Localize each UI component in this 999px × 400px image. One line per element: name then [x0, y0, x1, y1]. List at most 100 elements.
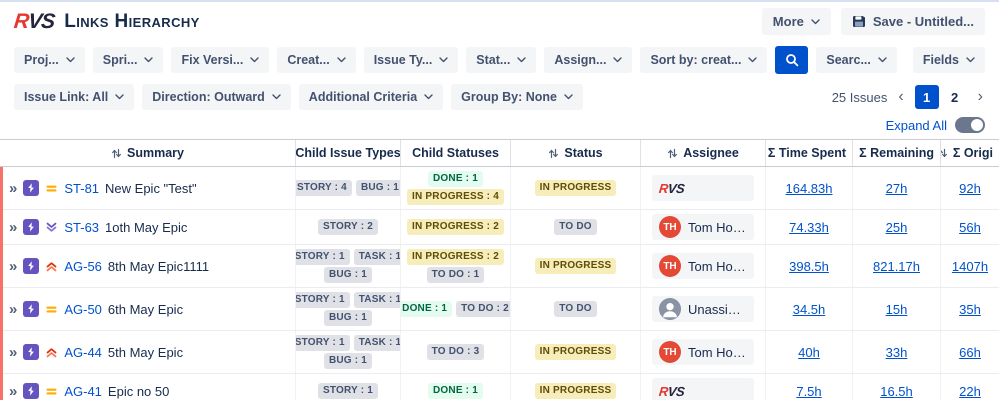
next-page-button[interactable]: › — [976, 88, 985, 106]
priority-highest-icon — [45, 260, 58, 273]
remaining-cell: 25h — [852, 210, 940, 244]
filter-dropdown-fix-versi[interactable]: Fix Versi... — [171, 47, 270, 73]
assignee-field[interactable]: RVS — [652, 378, 754, 400]
column-header-summary[interactable]: Summary — [0, 140, 295, 166]
filter-dropdown-issue-link-all[interactable]: Issue Link: All — [14, 84, 135, 110]
remaining-link[interactable]: 25h — [886, 220, 908, 235]
time-spent-link[interactable]: 74.33h — [789, 220, 829, 235]
original-estimate-link[interactable]: 22h — [959, 384, 981, 399]
expand-row-icon[interactable]: » — [9, 345, 17, 360]
original-estimate-cell: 22h — [940, 374, 999, 400]
issue-key-link[interactable]: ST-81 — [64, 181, 99, 196]
child-issue-types-cell: STORY : 4 BUG : 1 — [295, 167, 400, 209]
table-row: » AG-41 Epic no 50 STORY : 1 DONE : 1 IN PROG… — [0, 374, 999, 400]
filter-dropdown-stat[interactable]: Stat... — [466, 47, 537, 73]
remaining-link[interactable]: 15h — [886, 302, 908, 317]
child-status-lozenge: IN PROGRESS : 2 — [407, 249, 504, 265]
child-status-lozenge: IN PROGRESS : 2 — [407, 219, 504, 235]
original-estimate-link[interactable]: 92h — [959, 181, 981, 196]
column-label: Status — [564, 146, 603, 160]
search-button[interactable] — [775, 46, 809, 74]
issue-key-link[interactable]: AG-56 — [64, 259, 102, 274]
remaining-cell: 16.5h — [852, 374, 940, 400]
expand-row-icon[interactable]: » — [9, 220, 17, 235]
original-estimate-link[interactable]: 56h — [959, 220, 981, 235]
chevron-down-icon — [115, 94, 124, 100]
expand-all-row: Expand All — [0, 115, 999, 139]
assignee-field[interactable]: RVS — [652, 175, 754, 201]
expand-row-icon[interactable]: » — [9, 384, 17, 399]
column-header-origi[interactable]: Σ Origi — [940, 140, 999, 166]
filter-dropdown-group-by-none[interactable]: Group By: None — [451, 84, 583, 110]
epic-icon — [23, 301, 40, 317]
filter-row-2: Issue Link: All Direction: Outward Additio… — [0, 79, 999, 115]
column-header-remaining[interactable]: Σ Remaining — [852, 140, 940, 166]
assignee-field[interactable]: TH Tom Holoake — [652, 214, 754, 240]
issue-key-link[interactable]: AG-41 — [64, 384, 102, 399]
status-lozenge: IN PROGRESS — [534, 383, 617, 399]
search-dropdown-label: Searc... — [826, 53, 871, 67]
summary-cell: » AG-44 5th May Epic — [0, 331, 295, 373]
page-numbers: 12 — [914, 85, 967, 109]
epic-icon — [23, 219, 40, 235]
assignee-field[interactable]: TH Tom Holoake — [652, 339, 754, 365]
issue-type-badge: STORY : 1 — [296, 249, 350, 265]
time-spent-link[interactable]: 7.5h — [796, 384, 821, 399]
child-issue-types-cell: STORY : 1 TASK : 1 BUG : 1 — [295, 331, 400, 373]
prev-page-button[interactable]: ‹ — [896, 88, 905, 106]
remaining-link[interactable]: 27h — [886, 181, 908, 196]
assignee-field[interactable]: Unassigned — [652, 296, 754, 322]
expand-row-icon[interactable]: » — [9, 302, 17, 317]
page-button-1[interactable]: 1 — [914, 85, 939, 109]
remaining-link[interactable]: 33h — [886, 345, 908, 360]
expand-all-link[interactable]: Expand All — [886, 118, 947, 133]
remaining-link[interactable]: 821.17h — [873, 259, 920, 274]
filter-dropdown-spri[interactable]: Spri... — [92, 47, 164, 73]
page-button-2[interactable]: 2 — [943, 85, 967, 109]
filter-dropdown-assign[interactable]: Assign... — [544, 47, 633, 73]
filter-dropdown-sort-by-creat[interactable]: Sort by: creat... — [640, 47, 768, 73]
status-cell: IN PROGRESS — [510, 167, 640, 209]
issue-key-link[interactable]: ST-63 — [64, 220, 99, 235]
badge-line: DONE : 1 TO DO : 2 — [401, 301, 510, 317]
original-estimate-link[interactable]: 66h — [959, 345, 981, 360]
status-lozenge: IN PROGRESS — [534, 258, 617, 274]
filter-dropdown-issue-ty[interactable]: Issue Ty... — [363, 47, 459, 73]
status-lozenge: TO DO — [554, 219, 597, 235]
column-header-status[interactable]: Status — [510, 140, 640, 166]
time-spent-link[interactable]: 398.5h — [789, 259, 829, 274]
time-spent-cell: 34.5h — [765, 288, 852, 330]
search-dropdown[interactable]: Searc... — [816, 47, 897, 73]
assignee-field[interactable]: TH Tom Holoake — [652, 253, 754, 279]
priority-medium-icon — [45, 385, 58, 398]
time-spent-link[interactable]: 34.5h — [793, 302, 826, 317]
table-row: » AG-44 5th May Epic STORY : 1 TASK : 1 BUG :… — [0, 331, 999, 374]
save-button[interactable]: Save - Untitled... — [840, 8, 985, 35]
column-label: Child Issue Types — [295, 146, 400, 160]
column-label: Summary — [127, 146, 184, 160]
column-header-assignee[interactable]: Assignee — [640, 140, 765, 166]
issue-key-link[interactable]: AG-50 — [64, 302, 102, 317]
fields-dropdown[interactable]: Fields — [912, 47, 985, 73]
column-header-time-spent[interactable]: Σ Time Spent — [765, 140, 852, 166]
assignee-name: Tom Holoake — [688, 344, 747, 360]
more-button[interactable]: More — [761, 8, 831, 35]
time-spent-link[interactable]: 40h — [798, 345, 820, 360]
filter-dropdown-proj[interactable]: Proj... — [14, 47, 85, 73]
filter-dropdown-additional-criteria[interactable]: Additional Criteria — [298, 84, 444, 110]
remaining-link[interactable]: 16.5h — [880, 384, 913, 399]
issue-key-link[interactable]: AG-44 — [64, 345, 102, 360]
expand-row-icon[interactable]: » — [9, 259, 17, 274]
badge-line: STORY : 1 TASK : 1 — [296, 292, 400, 308]
issue-type-badge: STORY : 2 — [318, 219, 378, 235]
expand-row-icon[interactable]: » — [9, 181, 17, 196]
original-estimate-link[interactable]: 1407h — [952, 259, 988, 274]
filter-dropdown-creat[interactable]: Creat... — [277, 47, 356, 73]
badge-line: IN PROGRESS : 4 — [407, 189, 504, 205]
top-bar: RVS Links Hierarchy More Save - Untitled… — [0, 2, 999, 41]
filter-dropdown-direction-outward[interactable]: Direction: Outward — [142, 84, 291, 110]
original-estimate-link[interactable]: 35h — [959, 302, 981, 317]
expand-all-toggle[interactable] — [955, 117, 985, 133]
time-spent-link[interactable]: 164.83h — [786, 181, 833, 196]
priority-lowest-icon — [45, 221, 58, 234]
